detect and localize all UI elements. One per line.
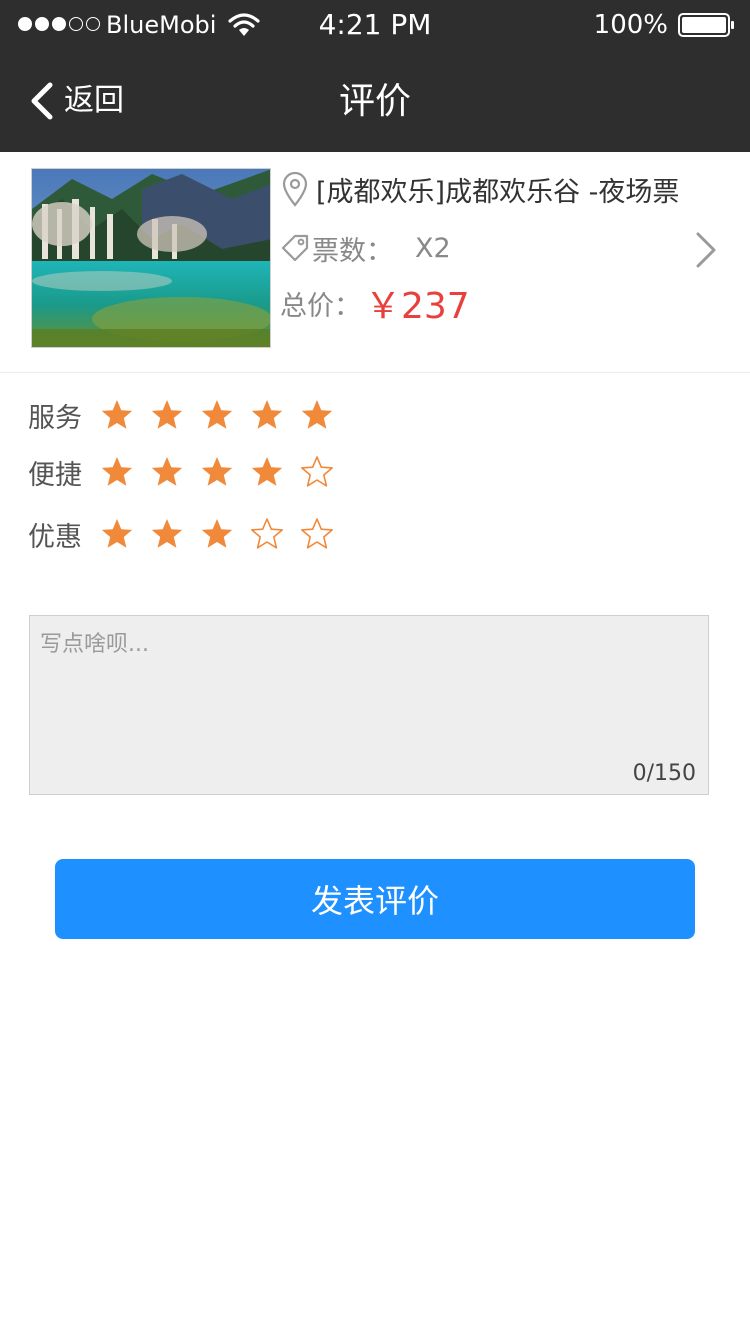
star-filled-icon[interactable] [250, 455, 284, 489]
star-empty-icon[interactable] [250, 517, 284, 551]
star-empty-icon[interactable] [300, 455, 334, 489]
star-filled-icon[interactable] [100, 398, 134, 432]
star-rating[interactable] [100, 455, 334, 489]
chevron-right-icon[interactable] [692, 228, 720, 272]
ticket-tag-icon [281, 234, 309, 262]
star-filled-icon[interactable] [200, 517, 234, 551]
rating-label: 便捷 [28, 459, 82, 491]
battery-icon [678, 13, 734, 37]
star-filled-icon[interactable] [200, 455, 234, 489]
nav-bar: 返回 评价 [0, 52, 750, 152]
tickets-label: 票数： [312, 235, 393, 267]
page-title: 评价 [338, 81, 411, 122]
product-image [31, 168, 271, 348]
order-card[interactable]: [成都欢乐]成都欢乐谷 -夜场票 票数： X2 总价： ￥237 [0, 152, 750, 373]
star-filled-icon[interactable] [300, 398, 334, 432]
star-empty-icon[interactable] [300, 517, 334, 551]
total-label: 总价： [280, 290, 361, 322]
star-filled-icon[interactable] [100, 517, 134, 551]
rating-label: 优惠 [28, 521, 82, 553]
comment-box: 0/150 [29, 615, 709, 795]
star-rating[interactable] [100, 398, 334, 432]
star-filled-icon[interactable] [100, 455, 134, 489]
character-count: 0/150 [632, 761, 696, 786]
star-filled-icon[interactable] [150, 517, 184, 551]
star-rating[interactable] [100, 517, 334, 551]
star-filled-icon[interactable] [250, 398, 284, 432]
star-filled-icon[interactable] [200, 398, 234, 432]
star-filled-icon[interactable] [150, 455, 184, 489]
battery-percentage: 100% [593, 10, 668, 40]
location-pin-icon [282, 171, 308, 207]
tickets-value: X2 [415, 232, 451, 264]
rating-row-service: 服务 [28, 390, 334, 440]
order-info: [成都欢乐]成都欢乐谷 -夜场票 票数： X2 总价： ￥237 [280, 168, 700, 327]
submit-review-button[interactable]: 发表评价 [55, 859, 695, 939]
rating-label: 服务 [28, 402, 82, 434]
rating-row-convenience: 便捷 [28, 447, 334, 497]
rating-row-discount: 优惠 [28, 509, 334, 559]
total-price: ￥237 [365, 286, 470, 327]
status-bar: BlueMobi 4:21 PM 100% [0, 0, 750, 52]
product-title: [成都欢乐]成都欢乐谷 -夜场票 [316, 176, 680, 208]
comment-input[interactable] [30, 616, 708, 794]
star-filled-icon[interactable] [150, 398, 184, 432]
